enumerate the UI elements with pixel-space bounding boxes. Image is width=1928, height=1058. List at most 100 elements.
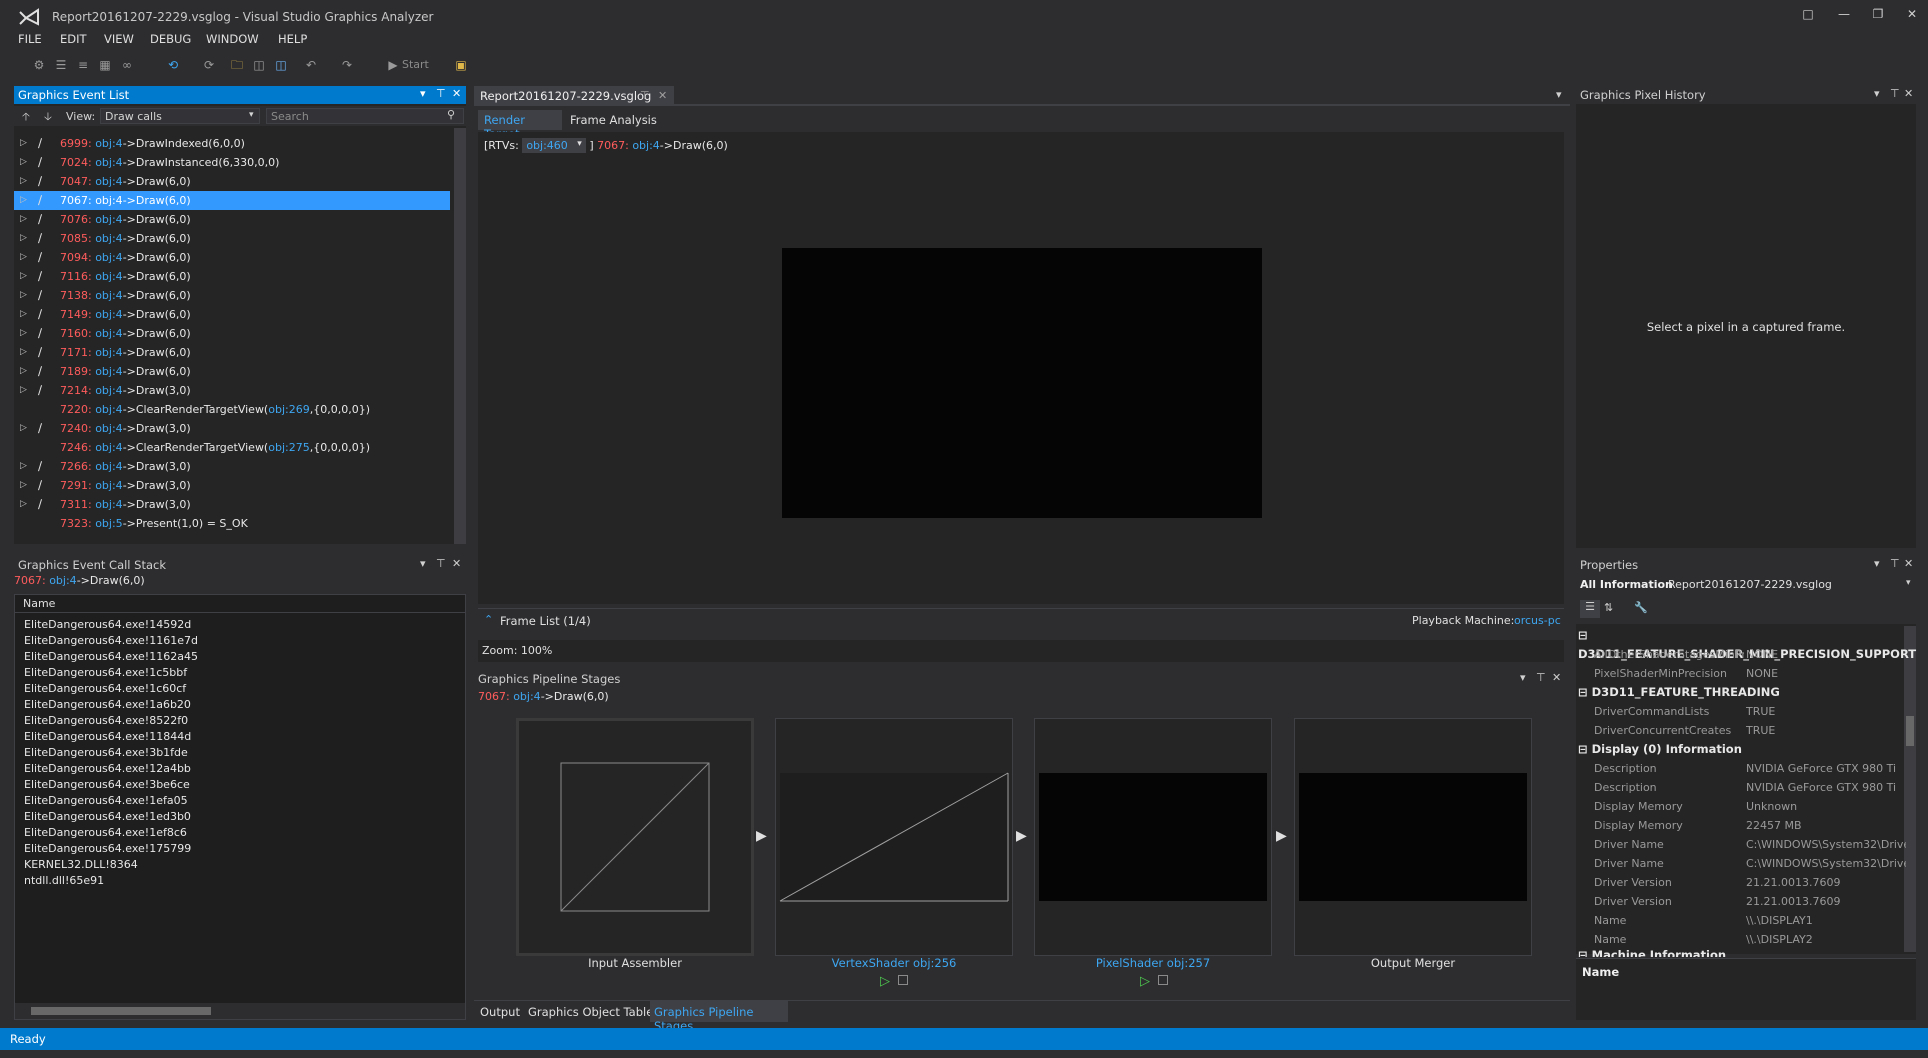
tab-frame-analysis[interactable]: Frame Analysis	[570, 113, 657, 127]
event-row[interactable]: ▷ ∕ 7266: obj:4->Draw(3,0)	[14, 457, 450, 476]
close-icon[interactable]: ✕	[1904, 87, 1913, 100]
expand-arrow-icon[interactable]: ▷	[20, 381, 27, 400]
call-stack-row[interactable]: EliteDangerous64.exe!1c5bbf	[24, 666, 187, 682]
zoom-level[interactable]: Zoom: 100%	[482, 644, 552, 657]
property-row[interactable]: AllOtherShaderStagesMinPr NONE	[1590, 645, 1910, 664]
category-display-info[interactable]: ⊟ Display (0) Information	[1578, 740, 1742, 759]
event-row[interactable]: ▷ ∕ 7138: obj:4->Draw(6,0)	[14, 286, 450, 305]
call-stack-row[interactable]: ntdll.dll!65e91	[24, 874, 104, 890]
expand-arrow-icon[interactable]: ▷	[20, 305, 27, 324]
dropdown-icon[interactable]: ▾	[1874, 557, 1880, 570]
vertex-shader-link[interactable]: VertexShader obj:256	[775, 956, 1013, 970]
event-object-link[interactable]: obj:4	[95, 422, 122, 435]
dropdown-icon[interactable]: ▾	[420, 87, 426, 100]
category-shader-min-precision[interactable]: ⊟ D3D11_FEATURE_SHADER_MIN_PRECISION_SUP…	[1578, 626, 1928, 661]
call-stack-row[interactable]: EliteDangerous64.exe!1ed3b0	[24, 810, 191, 826]
pin-icon[interactable]: ⊤	[1536, 671, 1546, 684]
arrow-down-icon[interactable]: 🡣	[44, 108, 52, 127]
close-icon[interactable]: ✕	[452, 87, 461, 100]
property-row[interactable]: Driver Version 21.21.0013.7609	[1590, 892, 1910, 911]
horizontal-scrollbar[interactable]	[15, 1003, 465, 1019]
property-row[interactable]: Description NVIDIA GeForce GTX 980 Ti	[1590, 778, 1910, 797]
arrow-up-icon[interactable]: 🡡	[22, 108, 30, 127]
event-row[interactable]: ▷ ∕ 7214: obj:4->Draw(3,0)	[14, 381, 450, 400]
event-row[interactable]: ▷ ∕ 7160: obj:4->Draw(6,0)	[14, 324, 450, 343]
collapse-icon[interactable]: ⊟	[1578, 628, 1588, 642]
vertex-shader-stage[interactable]	[775, 718, 1013, 956]
menu-debug[interactable]: DEBUG	[150, 32, 191, 46]
event-row[interactable]: ▷ ∕ 7047: obj:4->Draw(6,0)	[14, 172, 450, 191]
call-stack-row[interactable]: EliteDangerous64.exe!14592d	[24, 618, 191, 634]
list-icon[interactable]: ☰	[52, 56, 70, 74]
call-stack-row[interactable]: EliteDangerous64.exe!1a6b20	[24, 698, 191, 714]
close-icon[interactable]: ✕	[452, 557, 461, 570]
expand-arrow-icon[interactable]: ▷	[20, 343, 27, 362]
expand-arrow-icon[interactable]: ▷	[20, 153, 27, 172]
event-row[interactable]: ▷ ∕ 7311: obj:4->Draw(3,0)	[14, 495, 450, 514]
category-threading[interactable]: ⊟ D3D11_FEATURE_THREADING	[1578, 683, 1780, 702]
event-row[interactable]: ▷ ∕ 7085: obj:4->Draw(6,0)	[14, 229, 450, 248]
menu-file[interactable]: FILE	[18, 32, 42, 46]
property-row[interactable]: Name \\.\DISPLAY1	[1590, 911, 1910, 930]
call-stack-row[interactable]: EliteDangerous64.exe!1efa05	[24, 794, 188, 810]
tab-render-target[interactable]: Render Target	[478, 110, 562, 141]
event-object-link[interactable]: obj:4	[95, 327, 122, 340]
event-object-link[interactable]: obj:4	[95, 175, 122, 188]
call-stack-row[interactable]: EliteDangerous64.exe!8522f0	[24, 714, 188, 730]
call-stack-row[interactable]: EliteDangerous64.exe!3b1fde	[24, 746, 188, 762]
event-row[interactable]: 7246: obj:4->ClearRenderTargetView(obj:2…	[14, 438, 450, 457]
event-row[interactable]: 7323: obj:5->Present(1,0) = S_OK	[14, 514, 450, 533]
event-object-link[interactable]: obj:4	[95, 194, 122, 207]
event-object-link[interactable]: obj:4	[95, 232, 122, 245]
call-stack-column-header[interactable]: Name	[15, 595, 465, 613]
event-object-link[interactable]: obj:4	[95, 460, 122, 473]
table-icon[interactable]: ▦	[96, 56, 114, 74]
event-object-link[interactable]: obj:4	[95, 403, 122, 416]
expand-arrow-icon[interactable]: ▷	[20, 191, 27, 210]
event-row[interactable]: ▷ ∕ 7076: obj:4->Draw(6,0)	[14, 210, 450, 229]
link-icon[interactable]: ∞	[118, 56, 136, 74]
frame-list-toggle[interactable]: Frame List (1/4)	[500, 614, 591, 628]
event-object-link[interactable]: obj:4	[95, 270, 122, 283]
expand-arrow-icon[interactable]: ▷	[20, 362, 27, 381]
event-row[interactable]: ▷ ∕ 7116: obj:4->Draw(6,0)	[14, 267, 450, 286]
event-object-link[interactable]: obj:4	[95, 498, 122, 511]
expand-arrow-icon[interactable]: ▷	[20, 286, 27, 305]
event-row[interactable]: ▷ ∕ 7094: obj:4->Draw(6,0)	[14, 248, 450, 267]
event-row[interactable]: ▷ ∕ 7189: obj:4->Draw(6,0)	[14, 362, 450, 381]
event-object-link[interactable]: obj:4	[95, 365, 122, 378]
property-row[interactable]: Name \\.\DISPLAY2	[1590, 930, 1910, 949]
collapse-icon[interactable]: ⊟	[1578, 685, 1592, 699]
event-object-link[interactable]: obj:4	[95, 137, 122, 150]
menu-edit[interactable]: EDIT	[60, 32, 87, 46]
save-all-icon[interactable]: ◫	[272, 56, 290, 74]
minimize-button[interactable]: —	[1832, 4, 1856, 24]
categorized-icon[interactable]: ☰	[1580, 600, 1600, 618]
menu-view[interactable]: VIEW	[104, 32, 134, 46]
render-target-image[interactable]	[782, 248, 1262, 518]
play-icon[interactable]: ▷	[880, 974, 890, 989]
call-stack-row[interactable]: KERNEL32.DLL!8364	[24, 858, 138, 874]
event-row[interactable]: ▷ ∕ 7291: obj:4->Draw(3,0)	[14, 476, 450, 495]
call-stack-row[interactable]: EliteDangerous64.exe!12a4bb	[24, 762, 191, 778]
sort-alpha-icon[interactable]: ⇅	[1604, 601, 1613, 614]
expand-arrow-icon[interactable]: ▷	[20, 419, 27, 438]
call-stack-row[interactable]: EliteDangerous64.exe!3be6ce	[24, 778, 190, 794]
feedback-icon[interactable]: □	[1796, 4, 1820, 24]
expand-arrow-icon[interactable]: ▷	[20, 476, 27, 495]
collapse-icon[interactable]: ⊟	[1578, 742, 1592, 756]
event-object-link[interactable]: obj:4	[513, 690, 540, 703]
property-row[interactable]: PixelShaderMinPrecision NONE	[1590, 664, 1910, 683]
event-row[interactable]: ▷ ∕ 7067: obj:4->Draw(6,0)	[14, 191, 450, 210]
call-stack-row[interactable]: EliteDangerous64.exe!1162a45	[24, 650, 198, 666]
stop-icon[interactable]	[1158, 975, 1168, 985]
menu-help[interactable]: HELP	[278, 32, 307, 46]
tab-graphics-object-table[interactable]: Graphics Object Table	[528, 1005, 653, 1019]
expand-arrow-icon[interactable]: ▷	[20, 495, 27, 514]
event-object-link[interactable]: obj:4	[95, 308, 122, 321]
pin-icon[interactable]: ⊤	[640, 89, 650, 102]
forward-icon[interactable]: ⟳	[200, 56, 218, 74]
dropdown-icon[interactable]: ▾	[1874, 87, 1880, 100]
pin-icon[interactable]: ⊤	[1890, 557, 1900, 570]
event-object-link[interactable]: obj:4	[95, 251, 122, 264]
